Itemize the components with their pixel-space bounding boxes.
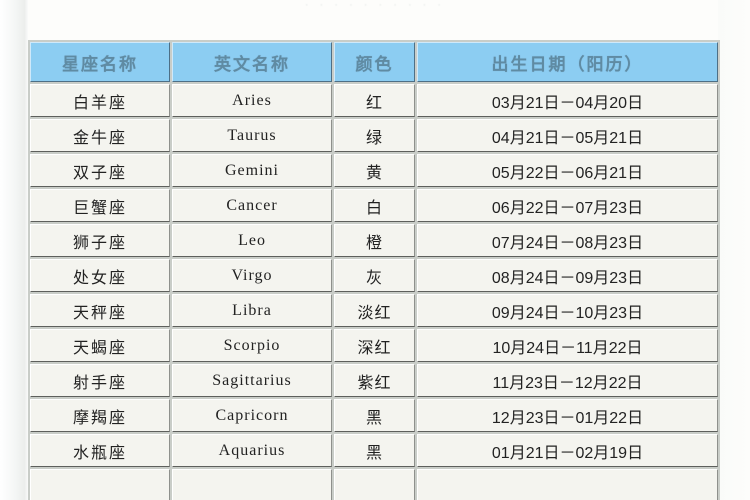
column-header-color[interactable]: 颜色 [334, 42, 415, 82]
cell-birth-date: 01月21日－02月19日 [417, 434, 718, 467]
cell-birth-date: 04月21日－05月21日 [417, 119, 718, 152]
cell-sign-name: 白羊座 [30, 84, 170, 117]
cell-sign-name: 天秤座 [30, 294, 170, 327]
cell-sign-name: 金牛座 [30, 119, 170, 152]
cell-english-name: Sagittarius [172, 364, 332, 397]
cell-birth-date: 07月24日－08月23日 [417, 224, 718, 257]
cell-birth-date: 06月22日－07月23日 [417, 189, 718, 222]
table-row: 天蝎座 Scorpio 深红 10月24日－11月22日 [30, 329, 718, 362]
cell-sign-name: 巨蟹座 [30, 189, 170, 222]
cell-clipped [30, 469, 170, 500]
cell-birth-date: 08月24日－09月23日 [417, 259, 718, 292]
cell-clipped [417, 469, 718, 500]
cell-color: 橙 [334, 224, 415, 257]
cell-clipped [172, 469, 332, 500]
cell-birth-date: 10月24日－11月22日 [417, 329, 718, 362]
column-header-sign-name[interactable]: 星座名称 [30, 42, 170, 82]
cell-sign-name: 天蝎座 [30, 329, 170, 362]
cell-sign-name: 水瓶座 [30, 434, 170, 467]
cell-english-name: Virgo [172, 259, 332, 292]
cell-clipped [334, 469, 415, 500]
table-header: 星座名称 英文名称 颜色 出生日期（阳历） [30, 42, 718, 82]
table-row: 狮子座 Leo 橙 07月24日－08月23日 [30, 224, 718, 257]
cell-color: 灰 [334, 259, 415, 292]
table-row: 白羊座 Aries 红 03月21日－04月20日 [30, 84, 718, 117]
cell-color: 淡红 [334, 294, 415, 327]
table-row: 巨蟹座 Cancer 白 06月22日－07月23日 [30, 189, 718, 222]
cell-color: 白 [334, 189, 415, 222]
cell-english-name: Taurus [172, 119, 332, 152]
cell-english-name: Scorpio [172, 329, 332, 362]
page-left-gutter [0, 0, 28, 500]
column-header-birth-date[interactable]: 出生日期（阳历） [417, 42, 718, 82]
cell-color: 深红 [334, 329, 415, 362]
page-root: · · · · · · · · · · 星座名称 英文名称 颜色 出生日期（阳历… [0, 0, 750, 500]
zodiac-sign-table: 星座名称 英文名称 颜色 出生日期（阳历） 白羊座 Aries 红 03月21日－04… [28, 40, 720, 500]
cell-sign-name: 射手座 [30, 364, 170, 397]
top-cropped-text-remnant: · · · · · · · · · · [304, 0, 446, 11]
cell-birth-date: 03月21日－04月20日 [417, 84, 718, 117]
cell-color: 红 [334, 84, 415, 117]
cell-english-name: Leo [172, 224, 332, 257]
cell-color: 紫红 [334, 364, 415, 397]
cell-birth-date: 09月24日－10月23日 [417, 294, 718, 327]
cell-color: 黄 [334, 154, 415, 187]
cell-birth-date: 11月23日－12月22日 [417, 364, 718, 397]
cell-color: 黑 [334, 434, 415, 467]
table-header-row: 星座名称 英文名称 颜色 出生日期（阳历） [30, 42, 718, 82]
cell-sign-name: 摩羯座 [30, 399, 170, 432]
cell-english-name: Aquarius [172, 434, 332, 467]
cell-english-name: Libra [172, 294, 332, 327]
cell-sign-name: 双子座 [30, 154, 170, 187]
cell-sign-name: 狮子座 [30, 224, 170, 257]
cell-english-name: Capricorn [172, 399, 332, 432]
table-row: 处女座 Virgo 灰 08月24日－09月23日 [30, 259, 718, 292]
cell-sign-name: 处女座 [30, 259, 170, 292]
table-row: 水瓶座 Aquarius 黑 01月21日－02月19日 [30, 434, 718, 467]
column-header-english-name[interactable]: 英文名称 [172, 42, 332, 82]
cell-color: 绿 [334, 119, 415, 152]
cell-birth-date: 12月23日－01月22日 [417, 399, 718, 432]
table-body: 白羊座 Aries 红 03月21日－04月20日 金牛座 Taurus 绿 04月21日－0… [30, 84, 718, 500]
table-row: 金牛座 Taurus 绿 04月21日－05月21日 [30, 119, 718, 152]
table-row: 摩羯座 Capricorn 黑 12月23日－01月22日 [30, 399, 718, 432]
table-row: 天秤座 Libra 淡红 09月24日－10月23日 [30, 294, 718, 327]
table-row: 射手座 Sagittarius 紫红 11月23日－12月22日 [30, 364, 718, 397]
table-row-clipped [30, 469, 718, 500]
cell-birth-date: 05月22日－06月21日 [417, 154, 718, 187]
cell-english-name: Aries [172, 84, 332, 117]
cell-english-name: Gemini [172, 154, 332, 187]
cell-color: 黑 [334, 399, 415, 432]
table-row: 双子座 Gemini 黄 05月22日－06月21日 [30, 154, 718, 187]
cell-english-name: Cancer [172, 189, 332, 222]
page-right-gutter [718, 0, 750, 500]
